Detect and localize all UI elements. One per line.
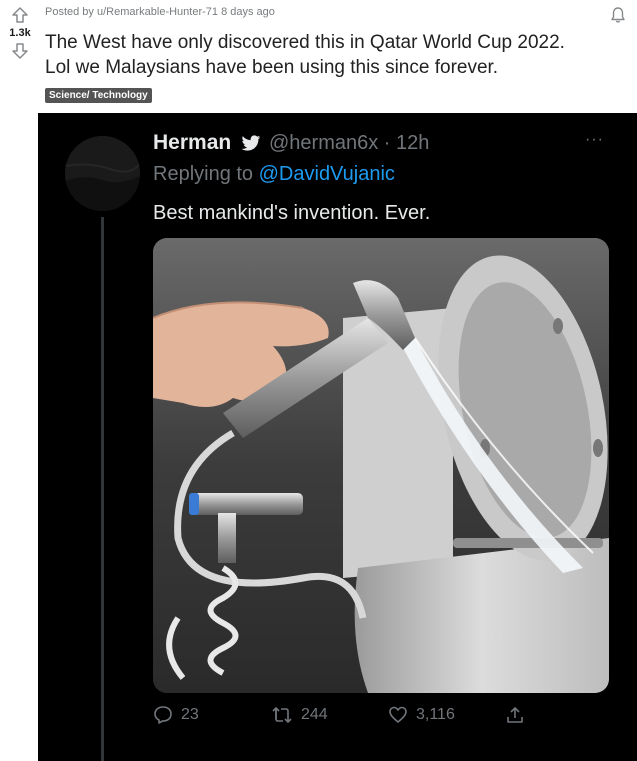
reply-action[interactable]: 23 — [153, 705, 199, 725]
post-flair[interactable]: Science/ Technology — [45, 88, 152, 103]
thread-line — [101, 217, 104, 761]
post-title-line-1: The West have only discovered this in Qa… — [45, 32, 565, 53]
share-action[interactable] — [505, 705, 525, 725]
twitter-bird-icon — [241, 135, 261, 151]
vote-column: 1.3k — [0, 0, 40, 62]
downvote-arrow-icon — [12, 43, 28, 59]
notification-bell-button[interactable] — [607, 4, 629, 26]
post-title-line-2: Lol we Malaysians have been using this s… — [45, 57, 499, 78]
reply-mention-link[interactable]: @DavidVujanic — [259, 163, 395, 185]
reply-count: 23 — [181, 706, 199, 723]
vote-score: 1.3k — [9, 27, 31, 39]
retweet-icon — [272, 707, 292, 723]
retweet-action[interactable]: 244 — [271, 705, 328, 725]
more-options-icon[interactable]: ··· — [585, 131, 604, 149]
downvote-button[interactable] — [9, 40, 31, 62]
retweet-count: 244 — [301, 706, 328, 723]
avatar — [65, 136, 140, 211]
like-count: 3,116 — [416, 706, 455, 723]
post-title[interactable]: The West have only discovered this in Qa… — [45, 30, 615, 80]
share-icon — [507, 707, 523, 723]
post-meta: Posted by u/Remarkable-Hunter-71 8 days … — [45, 6, 275, 18]
like-action[interactable]: 3,116 — [388, 705, 455, 725]
tweet-screenshot: Herman @herman6x · 12h ··· Replying to @… — [38, 113, 637, 761]
replying-to-label: Replying to — [153, 163, 259, 185]
upvote-button[interactable] — [9, 4, 31, 26]
bell-icon — [611, 7, 625, 23]
tweet-media-image[interactable] — [153, 238, 609, 693]
tweet-actions: 23 244 3,116 — [153, 705, 609, 731]
replying-to: Replying to @DavidVujanic — [153, 163, 395, 186]
heart-icon — [389, 706, 407, 723]
upvote-arrow-icon — [12, 7, 28, 23]
tweet-handle-time: @herman6x · 12h — [269, 132, 430, 154]
tweet-text: Best mankind's invention. Ever. — [153, 202, 431, 224]
tweet-author-name: Herman — [153, 131, 232, 154]
reply-icon — [154, 706, 172, 724]
